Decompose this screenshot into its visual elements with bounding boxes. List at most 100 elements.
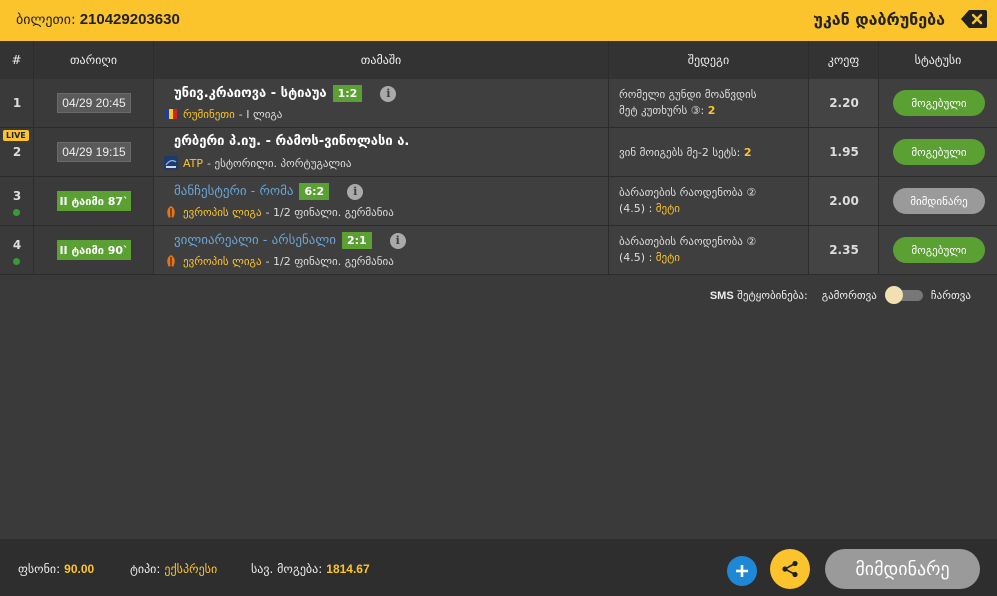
score-badge: 1:2 xyxy=(332,85,363,102)
bet-pick: 2 xyxy=(743,146,752,159)
sms-label-text: შეტყობინება: xyxy=(737,288,808,302)
league-detail: - 1/2 ფინალი. გერმანია xyxy=(265,254,394,268)
match-teams: მანჩესტერი - რომა xyxy=(174,184,294,199)
score-badge: 2:1 xyxy=(341,232,372,249)
bet-line: (4.5) : xyxy=(619,202,653,215)
score-badge: 6:2 xyxy=(299,183,330,200)
col-header-number: # xyxy=(0,41,34,79)
row-number: 2 xyxy=(12,145,22,159)
col-header-date: თარიღი xyxy=(34,41,154,79)
match-teams: ერბერი პ.იუ. - რამოს-ვინოლასი ა. xyxy=(174,134,410,149)
match-date: 04/29 20:45 xyxy=(57,93,131,113)
atp-logo-icon xyxy=(164,156,178,170)
col-header-status: სტატუსი xyxy=(914,53,962,67)
bet-description: ვინ მოიგებს მე-2 სეტს: 2 xyxy=(619,145,804,161)
status-badge[interactable]: მოგებული xyxy=(893,139,985,165)
share-icon xyxy=(782,560,798,578)
match-name: უნივ.კრაიოვა - სტიაუა 1:2 i xyxy=(174,85,397,102)
league-name: ATP xyxy=(183,156,204,170)
ticket-header: ბილეთი: 210429203630 უკან დაბრუნება xyxy=(0,0,997,41)
live-badge: LIVE xyxy=(3,130,29,141)
table-row: LIVE 2 04/29 19:15 ერბერი პ.იუ. - რამოს-… xyxy=(0,128,997,177)
row-number: 4 xyxy=(12,238,22,252)
row-number: 1 xyxy=(12,96,22,110)
bet-list: 1 04/29 20:45 უნივ.კრაიოვა - სტიაუა 1:2 … xyxy=(0,79,997,275)
odd-value: 1.95 xyxy=(829,145,859,159)
win-value: 1814.67 xyxy=(326,562,370,576)
odd-value: 2.20 xyxy=(829,96,859,110)
col-header-odds: კოეფ xyxy=(809,41,879,79)
table-row: 1 04/29 20:45 უნივ.კრაიოვა - სტიაუა 1:2 … xyxy=(0,79,997,128)
bet-pick: 2 xyxy=(707,104,716,117)
league-detail: - 1/2 ფინალი. გერმანია xyxy=(265,205,394,219)
odd-value: 2.00 xyxy=(829,194,859,208)
table-row: 3 II ტაიმი 87` მანჩესტერი - რომა 6:2 i ე… xyxy=(0,177,997,226)
odd-value: 2.35 xyxy=(829,243,859,257)
stake-info: ფსონი: 90.00 xyxy=(18,562,94,576)
share-button[interactable] xyxy=(770,549,810,589)
bet-pick: მეტი xyxy=(655,251,681,264)
match-date: 04/29 19:15 xyxy=(57,142,131,162)
sms-label-bold: SMS xyxy=(709,289,734,302)
info-icon[interactable]: i xyxy=(347,183,364,200)
bet-line: ბარათების რაოდენობა ② xyxy=(619,235,757,248)
ticket-status-button[interactable]: მიმდინარე xyxy=(825,549,980,589)
status-badge[interactable]: მოგებული xyxy=(893,237,985,263)
plus-icon xyxy=(736,565,748,577)
bet-line: (4.5) : xyxy=(619,251,653,264)
league-name: რუმინეთი xyxy=(183,107,235,121)
match-teams: ვილიარეალი - არსენალი xyxy=(174,233,336,248)
sms-label: SMS შეტყობინება: xyxy=(710,289,808,302)
league-name: ევროპის ლიგა xyxy=(183,205,262,219)
add-button[interactable] xyxy=(727,556,757,586)
sms-toggle[interactable] xyxy=(884,286,925,304)
ticket-id: 210429203630 xyxy=(79,11,180,28)
back-button[interactable]: უკან დაბრუნება xyxy=(813,10,945,29)
league-detail: - I ლიგა xyxy=(238,107,283,121)
bet-description: ბარათების რაოდენობა ② (4.5) : მეტი xyxy=(619,185,804,217)
bet-line: ვინ მოიგებს მე-2 სეტს: xyxy=(619,146,741,159)
match-teams: უნივ.კრაიოვა - სტიაუა xyxy=(174,86,327,101)
match-time: II ტაიმი 90` xyxy=(57,240,131,260)
europa-league-icon xyxy=(167,206,175,218)
col-header-game: თამაში xyxy=(154,41,609,79)
toggle-knob xyxy=(884,286,903,304)
sms-off-label[interactable]: გამორთვა xyxy=(822,289,877,302)
info-icon[interactable]: i xyxy=(380,85,397,102)
col-header-result: შედეგი xyxy=(609,41,809,79)
sms-notifications: SMS შეტყობინება: გამორთვა ჩართვა xyxy=(710,286,971,304)
row-number: 3 xyxy=(12,189,22,203)
sms-on-label[interactable]: ჩართვა xyxy=(931,289,971,302)
bet-pick: მეტი xyxy=(655,202,681,215)
table-row: 4 II ტაიმი 90` ვილიარეალი - არსენალი 2:1… xyxy=(0,226,997,275)
status-badge[interactable]: მოგებული xyxy=(893,90,985,116)
bet-line: რომელი გუნდი მოაწვდის xyxy=(619,88,757,101)
league-name: ევროპის ლიგა xyxy=(183,254,262,268)
info-icon[interactable]: i xyxy=(389,232,406,249)
live-dot-icon xyxy=(13,258,20,265)
ticket-label: ბილეთი: xyxy=(16,12,76,28)
status-badge[interactable]: მიმდინარე xyxy=(893,188,985,214)
europa-league-icon xyxy=(167,255,175,267)
match-time: II ტაიმი 87` xyxy=(57,191,131,211)
backspace-close-icon[interactable] xyxy=(961,9,987,29)
match-name: ვილიარეალი - არსენალი 2:1 i xyxy=(174,232,406,249)
type-value: ექსპრესი xyxy=(164,562,218,576)
table-header: # თარიღი თამაში შედეგი კოეფ სტატუსი xyxy=(0,41,997,79)
bet-line: მეტ კუთხურს ③: xyxy=(619,104,705,117)
bet-line: ბარათების რაოდენობა ② xyxy=(619,186,757,199)
league-line: ATP - ესტორილი. პორტუგალია xyxy=(164,156,351,170)
bet-description: რომელი გუნდი მოაწვდის მეტ კუთხურს ③: 2 xyxy=(619,87,804,119)
stake-label: ფსონი: xyxy=(18,562,61,576)
type-info: ტიპი: ექსპრესი xyxy=(130,562,217,576)
type-label: ტიპი: xyxy=(130,562,161,576)
league-line: ევროპის ლიგა - 1/2 ფინალი. გერმანია xyxy=(164,205,394,219)
league-line: რუმინეთი - I ლიგა xyxy=(164,107,282,121)
ticket-title: ბილეთი: 210429203630 xyxy=(16,11,180,28)
win-info: სავ. მოგება: 1814.67 xyxy=(251,562,370,576)
live-dot-icon xyxy=(13,209,20,216)
stake-value: 90.00 xyxy=(64,562,95,576)
win-label: სავ. მოგება: xyxy=(251,562,323,576)
league-detail: - ესტორილი. პორტუგალია xyxy=(207,156,352,170)
match-name: მანჩესტერი - რომა 6:2 i xyxy=(174,183,364,200)
